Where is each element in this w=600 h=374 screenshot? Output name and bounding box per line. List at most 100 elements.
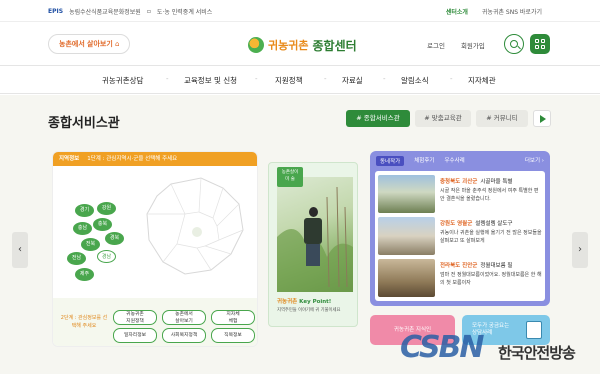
story-title: 전라북도 진안군 정월대보름 필 [440, 261, 512, 269]
logo-text-a: 귀농귀촌 [268, 39, 309, 52]
doc-icon: ▫ [146, 8, 151, 15]
site-header: 농촌에서 살아보기 ⌂ 귀농귀촌 종합센터 로그인 회원가입 [0, 22, 600, 66]
play-icon[interactable] [533, 110, 551, 127]
list-item[interactable]: 전라북도 진안군 정월대보름 필 엄마 전 정월대보름이었어요. 정월대보름은 한… [378, 257, 542, 299]
story-desc: 엄마 전 정월대보름이었어요. 정월대보름은 한 해의 첫 보름이자 [440, 272, 542, 286]
rural-stay-button[interactable]: 농촌에서 살아보기 [162, 310, 206, 325]
family-site-link[interactable]: 농림수산식품교육문화정보원 [69, 7, 141, 16]
nav-item-archive[interactable]: 자료실 [342, 75, 363, 86]
direct-trade-button[interactable]: 직목정보 [211, 328, 255, 343]
region-card-header: 지역정보 1단계 : 관심지역시·군을 선택해 주세요 [53, 152, 257, 166]
policy-button[interactable]: 귀농귀촌 지원정책 [113, 310, 157, 325]
keypoint-title-b: Key Point! [299, 299, 332, 305]
local-experience-button[interactable]: 지자체 체험 [211, 310, 255, 325]
member-links: 로그인 회원가입 [427, 40, 485, 50]
province-button[interactable]: 경남 [97, 250, 116, 263]
btn-line: 살아보기 [175, 318, 193, 324]
province-button[interactable]: 제주 [75, 268, 94, 281]
next-arrow-icon[interactable]: › [572, 232, 588, 268]
pill-label-a: 농촌에서 [59, 40, 85, 48]
nav-item-consult[interactable]: 귀농귀촌상담 [102, 75, 143, 86]
keypoint-subtitle: 지역주민들 이야기에 귀 기울이세요 [277, 308, 341, 313]
list-item[interactable]: 충청북도 괴산군 시골마을 특별 시골 작은 마을 춘주석 정원에서 여주 특별한… [378, 173, 542, 215]
tab-custom-education[interactable]: # 맞춤교육관 [415, 110, 471, 127]
province-button[interactable]: 경북 [105, 232, 124, 245]
province-button[interactable]: 전남 [67, 252, 86, 265]
house-icon: ⌂ [115, 40, 120, 48]
btn-line: 지원정책 [126, 318, 144, 324]
province-button[interactable]: 경기 [75, 204, 94, 217]
nav-item-local-gov[interactable]: 지자체관 [468, 75, 496, 86]
logo-mark-icon [248, 37, 264, 53]
story-list: 충청북도 괴산군 시골마을 특별 시골 작은 마을 춘주석 정원에서 여주 특별한… [375, 171, 545, 301]
signup-link[interactable]: 회원가입 [461, 40, 485, 50]
prev-arrow-icon[interactable]: ‹ [12, 232, 28, 268]
pill-label-b: 살아보기 [87, 40, 113, 48]
farmer-figure [302, 207, 324, 267]
story-tabs: 동네작가 체험후기 우수사례 [376, 156, 465, 166]
province-button[interactable]: 강원 [97, 202, 116, 215]
sns-link[interactable]: 귀농귀촌 SNS 바로가기 [482, 7, 542, 16]
more-link[interactable]: 더보기 › [525, 156, 544, 164]
keypoint-title-a: 귀농귀촌 [277, 299, 298, 305]
badge-line: 농촌살이 [281, 170, 299, 175]
region-info-card: 지역정보 1단계 : 관심지역시·군을 선택해 주세요 경기 강원 충남 충북 전… [52, 151, 258, 347]
tab-experience-review[interactable]: 체험후기 [414, 156, 434, 166]
epis-logo[interactable]: EPIS [48, 8, 63, 15]
family-site-link[interactable]: 도·농 인력중계 서비스 [157, 7, 212, 16]
logo-text-b: 종합센터 [312, 38, 357, 53]
tab-community[interactable]: # 커뮤니티 [476, 110, 528, 127]
province-button[interactable]: 충남 [73, 222, 92, 235]
tab-best-case[interactable]: 우수사례 [445, 156, 465, 166]
rural-living-button[interactable]: 농촌에서 살아보기 ⌂ [48, 34, 131, 54]
nav-item-news[interactable]: 알림소식 [401, 75, 429, 86]
badge-line: 미 술 [285, 177, 295, 182]
province-button[interactable]: 충북 [93, 218, 112, 231]
story-thumbnail [378, 217, 435, 255]
watermark-text: 한국안전방송 [498, 344, 576, 362]
family-sites: EPIS 농림수산식품교육문화정보원 ▫ 도·농 인력중계 서비스 [48, 7, 212, 16]
nav-divider: - [255, 75, 258, 83]
story-title: 강원도 영월군 설렘설렘 살도구 [440, 219, 512, 227]
story-card: 동네작가 체험후기 우수사례 더보기 › 충청북도 괴산군 시골마을 특별 시골 … [370, 151, 550, 306]
arrow-right-icon: › [541, 158, 544, 164]
nav-item-policy[interactable]: 지원정책 [275, 75, 303, 86]
province-button[interactable]: 전북 [81, 238, 100, 251]
region-card-label: 지역정보 [59, 156, 80, 162]
story-region: 충청북도 괴산군 [440, 179, 478, 185]
region-card-step1: 1단계 : 관심지역시·군을 선택해 주세요 [87, 156, 178, 162]
nav-item-education[interactable]: 교육정보 및 신청 [184, 75, 237, 86]
story-heading: 시골마을 특별 [480, 179, 513, 185]
center-intro-link[interactable]: 센터소개 [446, 7, 468, 16]
story-heading: 설렘설렘 살도구 [475, 221, 513, 227]
section-title: 종합서비스관 [48, 116, 120, 131]
story-desc: 귀농이나 귀촌을 실행에 옮기기 전 많은 정보들을 살펴보고 또 살펴보게 [440, 230, 542, 244]
farmer-photo [277, 177, 353, 292]
more-link-label: 더보기 [524, 158, 541, 164]
keypoint-card[interactable]: 농촌살이미 술 귀농귀촌 Key Point! 지역주민들 이야기에 귀 기울이… [268, 162, 358, 327]
story-region: 강원도 영월군 [440, 221, 473, 227]
tab-total-service[interactable]: # 종합서비스관 [346, 110, 410, 127]
top-utility-links: 센터소개 귀농귀촌 SNS 바로가기 [446, 7, 542, 16]
login-link[interactable]: 로그인 [427, 40, 445, 50]
btn-line: 체험 [228, 318, 238, 324]
story-title: 충청북도 괴산군 시골마을 특별 [440, 177, 512, 185]
search-icon[interactable] [504, 34, 524, 54]
story-heading: 정월대보름 필 [480, 263, 513, 269]
tab-local-writer[interactable]: 동네작가 [376, 156, 405, 166]
step2-panel: 2단계 : 관심정보를 선택해 주세요 귀농귀촌 지원정책 농촌에서 살아보기 지자… [53, 298, 257, 346]
all-menu-icon[interactable] [530, 34, 550, 54]
step2-label: 2단계 : 관심정보를 선택해 주세요 [60, 315, 108, 329]
nav-divider: - [450, 75, 453, 83]
site-logo[interactable]: 귀농귀촌 종합센터 [248, 34, 357, 56]
district-map[interactable] [141, 174, 249, 284]
story-thumbnail [378, 175, 435, 213]
story-desc: 시골 작은 마을 춘주석 정원에서 여주 특별한 편안 결혼식을 올렸습니다. [440, 188, 539, 202]
top-utility-bar: EPIS 농림수산식품교육문화정보원 ▫ 도·농 인력중계 서비스 센터소개 귀… [0, 0, 600, 22]
nav-divider: - [383, 75, 386, 83]
jobs-button[interactable]: 일자리정보 [113, 328, 157, 343]
nav-divider: - [166, 75, 169, 83]
welfare-button[interactable]: 사회복지정책 [162, 328, 206, 343]
broadcaster-watermark: CSBN 한국안전방송 [400, 328, 600, 368]
list-item[interactable]: 강원도 영월군 설렘설렘 살도구 귀농이나 귀촌을 실행에 옮기기 전 많은 정보… [378, 215, 542, 257]
